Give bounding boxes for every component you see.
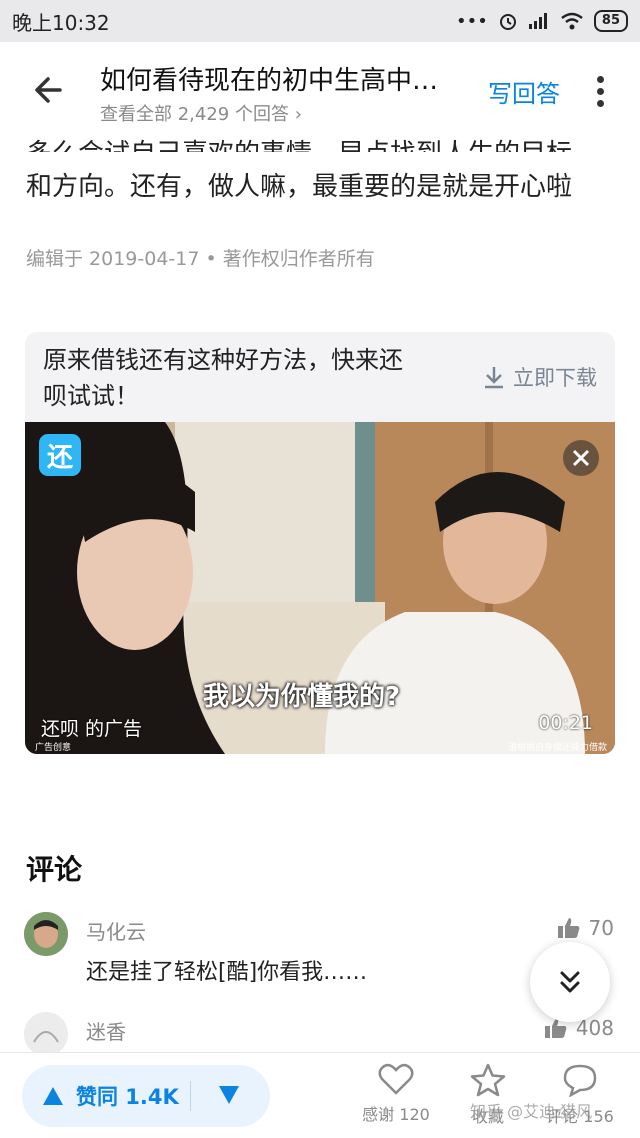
avatar[interactable] [24, 912, 68, 956]
answer-meta: 编辑于 2019-04-17 • 著作权归作者所有 [26, 248, 375, 270]
downvote-button[interactable] [218, 1085, 240, 1109]
status-icons: ••• 85 [456, 10, 628, 32]
ad-card[interactable]: 原来借钱还有这种好方法，快来还呗试试！ 立即下载 还 我以为你懂我的? 还呗 的… [25, 332, 615, 754]
download-button[interactable]: 立即下载 [483, 362, 597, 392]
download-icon [485, 367, 503, 389]
video-subtitle: 我以为你懂我的? [203, 682, 401, 712]
thumbs-up-icon [557, 918, 579, 938]
alarm-icon [499, 14, 516, 30]
wifi-icon [561, 12, 583, 30]
comment-like-button[interactable]: 70 [557, 916, 614, 940]
vote-pill: 赞同 1.4K [22, 1065, 270, 1127]
double-chevron-down-icon [560, 971, 580, 993]
write-answer-button[interactable]: 写回答 [488, 74, 560, 109]
comment-like-count: 70 [588, 916, 614, 940]
ad-video[interactable]: 还 我以为你懂我的? 还呗 的广告 广告创意 00:21 请根据自身偿还能力借款 [25, 422, 615, 754]
ad-disclaimer: 请根据自身偿还能力借款 [507, 743, 607, 753]
battery-indicator: 85 [593, 10, 628, 32]
vote-divider [190, 1081, 191, 1111]
comment-author[interactable]: 迷香 [86, 1016, 126, 1045]
comment-author[interactable]: 马化云 [86, 916, 146, 945]
close-icon [572, 449, 590, 467]
status-bar: 晚上10:32 ••• 85 [0, 0, 640, 42]
close-ad-button[interactable] [563, 440, 599, 476]
download-label: 立即下载 [513, 366, 597, 390]
app-logo: 还 [39, 434, 81, 476]
avatar[interactable] [24, 1012, 68, 1056]
view-all-answers-link[interactable]: 查看全部 2,429 个回答 › [100, 100, 302, 126]
star-icon [470, 1063, 506, 1097]
triangle-up-icon [43, 1087, 63, 1105]
ad-creative-label: 广告创意 [35, 743, 72, 753]
heart-icon [378, 1063, 414, 1095]
status-time: 晚上10:32 [12, 10, 110, 35]
bottom-action-bar: 赞同 1.4K 感谢 120 收藏 评论 156 [0, 1052, 640, 1138]
triangle-down-icon [219, 1086, 239, 1104]
thanks-button[interactable]: 感谢 120 [356, 1063, 436, 1125]
back-arrow-icon[interactable] [30, 70, 70, 110]
upvote-button[interactable]: 赞同 1.4K [42, 1081, 179, 1111]
sponsor-label: 还呗 的广告 [41, 718, 143, 740]
ad-title[interactable]: 原来借钱还有这种好方法，快来还呗试试！ [43, 342, 423, 414]
more-options-icon[interactable] [594, 76, 606, 110]
comment-bubble-icon [563, 1064, 597, 1097]
next-answer-button[interactable] [530, 942, 610, 1022]
signal-icon [528, 13, 547, 29]
question-title[interactable]: 如何看待现在的初中生高中… [100, 60, 470, 97]
thanks-label: 感谢 120 [362, 1105, 430, 1124]
answer-text-cut: 多么会试自己喜欢的事情，早点找到人生的目标 [26, 126, 572, 152]
answer-text: 和方向。还有，做人嘛，最重要的是就是开心啦 [26, 172, 573, 202]
more-dots-icon: ••• [456, 10, 488, 32]
comments-heading: 评论 [26, 853, 83, 886]
upvote-label: 赞同 1.4K [76, 1085, 179, 1109]
comment-text: 还是挂了轻松[酷]你看我…… [86, 960, 368, 985]
video-duration: 00:21 [538, 712, 593, 734]
watermark-text: 知乎 @艾迪·猎风 [470, 1102, 593, 1121]
question-header: 如何看待现在的初中生高中… 查看全部 2,429 个回答 › 写回答 [0, 42, 640, 134]
